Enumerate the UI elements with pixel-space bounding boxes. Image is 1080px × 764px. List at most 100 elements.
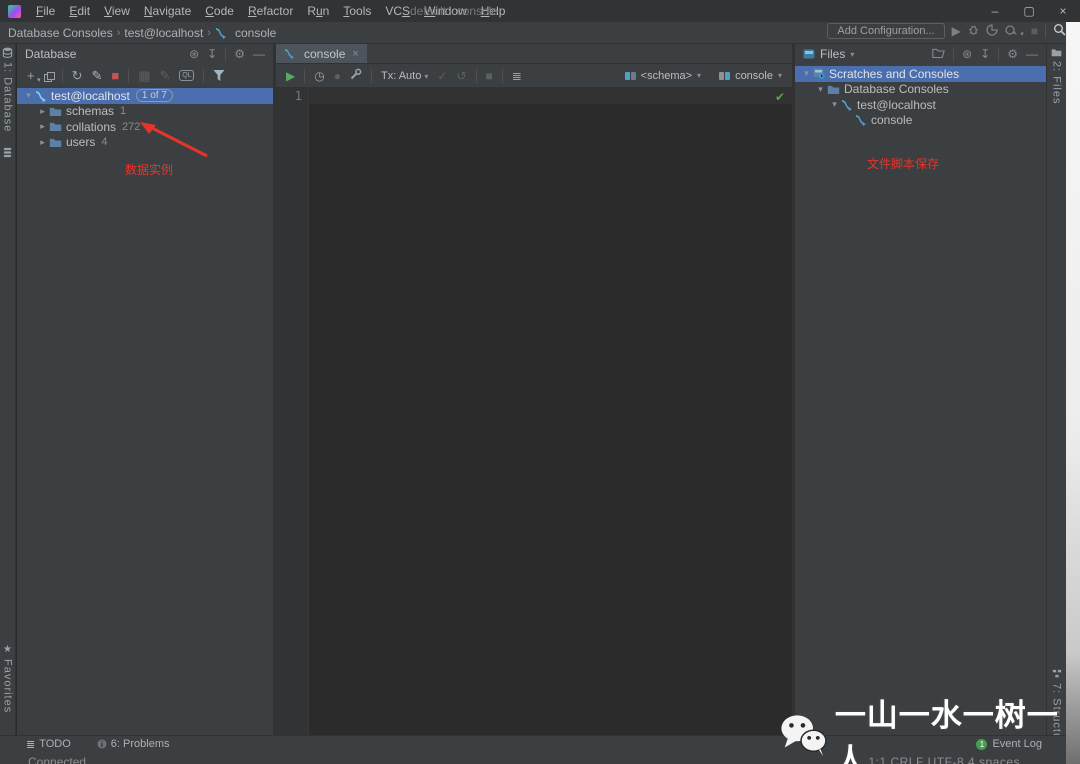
tx-mode-select[interactable]: Tx: Auto ▾ (381, 70, 428, 82)
search-everywhere-icon[interactable] (1053, 23, 1066, 39)
chevron-right-icon[interactable]: ▸ (36, 137, 49, 148)
menu-navigate[interactable]: Navigate (137, 0, 198, 22)
problems-button[interactable]: 6: Problems (97, 738, 170, 750)
annotation-database-instance: 数据实例 (125, 163, 174, 177)
watermark: 一山一水一树一人 (779, 690, 1080, 764)
console-icon (284, 48, 295, 59)
chevron-right-icon[interactable]: ▸ (36, 121, 49, 132)
hide-panel-icon[interactable]: — (253, 47, 265, 61)
tree-row-test-localhost[interactable]: ▾ test@localhost 1 of 7 (17, 88, 273, 104)
breadcrumb-console[interactable]: console (235, 26, 276, 40)
execute-icon[interactable]: ▶ (286, 69, 295, 83)
edit-pencil-icon: ✎ (159, 67, 171, 83)
title-bar: File Edit View Navigate Code Refactor Ru… (0, 0, 1080, 22)
ql-console-icon[interactable]: QL (179, 70, 195, 81)
data-source-properties-icon[interactable]: ⊛ (189, 47, 199, 61)
chevron-down-icon[interactable]: ▾ (814, 84, 827, 95)
menu-view[interactable]: View (97, 0, 137, 22)
run-icon[interactable]: ▶ (952, 24, 961, 38)
history-clock-icon[interactable]: ◷ (314, 69, 324, 83)
tab-console[interactable]: console × (276, 44, 367, 63)
settings-gear-icon[interactable]: ⚙ (234, 47, 245, 61)
folder-icon (827, 84, 840, 95)
tab-close-icon[interactable]: × (352, 48, 358, 60)
select-open-file-icon[interactable] (932, 47, 946, 61)
duplicate-icon[interactable] (43, 71, 55, 82)
breadcrumb: Database Consoles › test@localhost › con… (8, 26, 276, 40)
wechat-icon (781, 715, 827, 757)
settings-gear-icon[interactable]: ⚙ (1007, 47, 1018, 61)
chevron-right-icon[interactable]: ▸ (36, 106, 49, 117)
collapse-all-icon[interactable]: ↧ (980, 47, 990, 61)
database-toolbar: + ▾ ↻ ✎ ■ ▦ ✎ QL (17, 64, 273, 88)
console-icon (215, 27, 227, 39)
output-console-icon[interactable]: ≣ (512, 69, 522, 83)
filter-funnel-icon[interactable] (213, 70, 225, 81)
app-logo-icon (8, 4, 21, 18)
info-circle-icon (97, 739, 107, 749)
menu-run[interactable]: Run (300, 0, 336, 22)
wrench-icon[interactable] (350, 68, 362, 83)
schema-select[interactable]: <schema> (641, 70, 692, 82)
chevron-down-icon: ▾ (777, 71, 782, 80)
coverage-icon[interactable] (986, 23, 998, 39)
web-settings-icon[interactable]: ⊛ (962, 47, 972, 61)
folder-icon (49, 121, 62, 132)
menu-code[interactable]: Code (198, 0, 241, 22)
hide-panel-icon[interactable]: — (1026, 47, 1038, 61)
breadcrumb-separator-icon: › (116, 26, 121, 39)
commit-check-icon: ✓ (437, 68, 448, 83)
right-tool-stripe: 2: Files 7: Structure (1046, 44, 1066, 752)
tool-button-database[interactable]: 1: Database (0, 47, 15, 132)
menu-file[interactable]: File (29, 0, 62, 22)
session-select[interactable]: console (735, 70, 773, 82)
files-panel-header[interactable]: Files ▾ ⊛ ↧ ⚙ — (795, 44, 1046, 64)
console-icon (35, 90, 47, 102)
folder-icon (49, 137, 62, 148)
tree-row-database-consoles[interactable]: ▾ Database Consoles (795, 82, 1046, 98)
tool-button-files[interactable]: 2: Files (1047, 48, 1066, 104)
stop-square-icon[interactable]: ■ (111, 68, 119, 83)
console-icon (841, 99, 853, 111)
tree-row-scratches[interactable]: ▾ Scratches and Consoles (795, 66, 1046, 82)
collapse-all-icon[interactable]: ↧ (207, 47, 217, 61)
breadcrumb-test-localhost[interactable]: test@localhost (124, 26, 203, 40)
chevron-down-icon[interactable]: ▾ (828, 99, 841, 110)
refresh-icon[interactable]: ↻ (72, 68, 83, 84)
todo-button[interactable]: ≣ TODO (26, 738, 71, 751)
close-button[interactable]: × (1046, 0, 1080, 22)
add-configuration-button[interactable]: Add Configuration... (827, 23, 945, 39)
breadcrumb-database-consoles[interactable]: Database Consoles (8, 26, 113, 40)
database-panel-header[interactable]: Database ⊛ ↧ ⚙ — (17, 44, 273, 64)
stop-circle-icon: ● (333, 68, 341, 83)
minimize-button[interactable]: – (978, 0, 1012, 22)
tool-button-database-changes[interactable] (0, 147, 15, 158)
menu-tools[interactable]: Tools (336, 0, 378, 22)
menu-refactor[interactable]: Refactor (241, 0, 300, 22)
chevron-down-icon[interactable]: ▾ (800, 68, 813, 79)
annotation-file-script-save: 文件脚本保存 (867, 157, 940, 171)
profiler-dropdown-icon[interactable]: ▾ (1005, 24, 1024, 39)
add-data-source-icon[interactable]: + ▾ (27, 68, 41, 84)
files-panel-title: Files (820, 47, 846, 61)
tree-row-console-file[interactable]: console (795, 113, 1046, 129)
terminate-icon: ■ (485, 68, 493, 83)
editor-tab-bar: console × (276, 44, 792, 64)
tree-row-test-localhost-file[interactable]: ▾ test@localhost (795, 97, 1046, 113)
watermark-text: 一山一水一树一人 (834, 698, 1059, 764)
status-message: Connected (28, 755, 87, 764)
maximize-button[interactable]: ▢ (1012, 0, 1046, 22)
inspection-ok-icon[interactable]: ✔ (775, 90, 785, 104)
table-grid-icon: ▦ (138, 67, 151, 83)
submit-pencil-icon[interactable]: ✎ (92, 68, 103, 84)
folder-icon (49, 106, 62, 117)
menu-edit[interactable]: Edit (62, 0, 97, 22)
tool-button-favorites[interactable]: ★ Favorites (0, 644, 15, 713)
console-icon (855, 114, 867, 127)
chevron-down-icon: ▾ (697, 71, 702, 80)
debug-bug-icon[interactable] (968, 24, 979, 38)
connection-count-badge: 1 of 7 (135, 89, 173, 103)
ide-window: File Edit View Navigate Code Refactor Ru… (0, 0, 1080, 764)
chevron-down-icon[interactable]: ▾ (22, 90, 35, 101)
editor-gutter: 1 (276, 88, 309, 735)
